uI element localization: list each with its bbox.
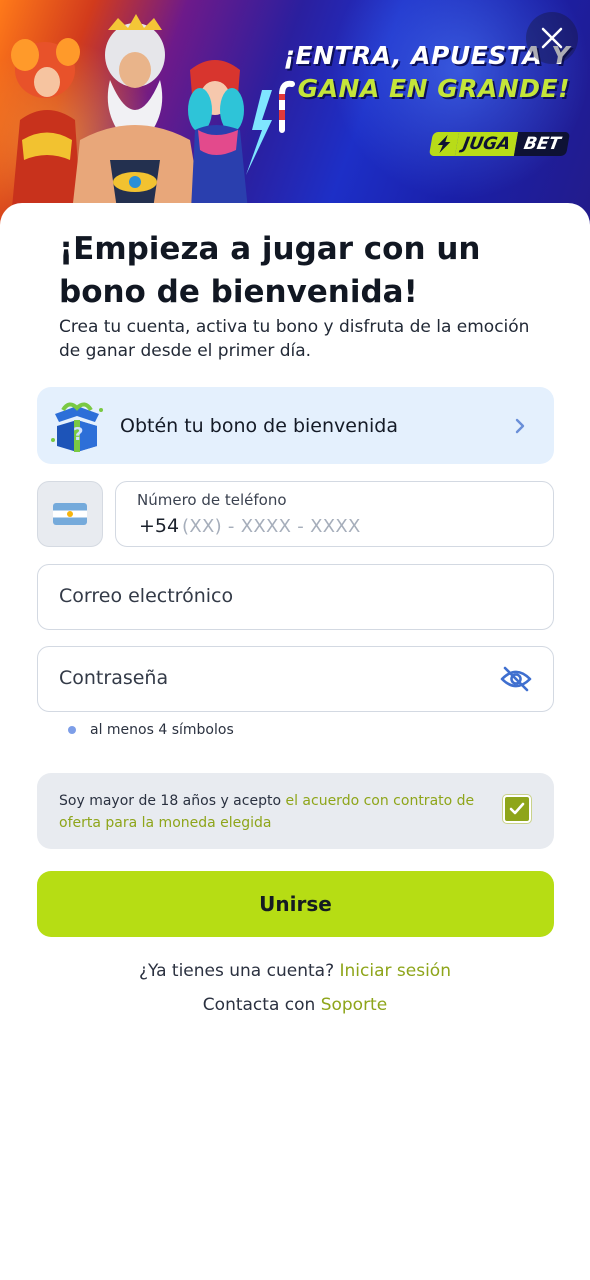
close-button[interactable] [526,12,578,64]
close-icon [541,27,563,49]
checkmark-icon [509,802,525,815]
join-button[interactable]: Unirse [37,871,554,937]
welcome-bonus-button[interactable]: ? Obtén tu bono de bienvenida [37,387,554,464]
argentina-flag-icon [53,503,87,525]
gift-box-icon: ? [51,402,103,452]
password-field[interactable]: Contraseña [37,646,554,712]
banner-headline: ¡ENTRA, APUESTA Y GANA EN GRANDE! [283,40,570,106]
brand-name-part1: JUGA [454,132,518,156]
login-prompt-line: ¿Ya tienes una cuenta? Iniciar sesión [0,961,590,981]
eye-off-icon[interactable] [500,665,532,693]
password-hint: al menos 4 símbolos [68,722,234,738]
email-field[interactable]: Correo electrónico [37,564,554,630]
phone-country-code: +54 [139,515,180,537]
brand-name-part2: BET [513,132,571,156]
password-placeholder: Contraseña [59,667,169,689]
page-subtitle: Crea tu cuenta, activa tu bono y disfrut… [59,317,530,361]
phone-number-label: Número de teléfono [137,491,287,509]
password-hint-text: al menos 4 símbolos [90,722,234,738]
terms-prefix: Soy mayor de 18 años y acepto [59,793,286,809]
support-prompt-text: Contacta con [202,995,316,1015]
brand-logo: JUGA BET [428,132,571,156]
bolt-icon [428,132,459,156]
phone-number-placeholder: (XX) - XXXX - XXXX [182,516,361,537]
login-prompt-text: ¿Ya tienes una cuenta? [139,961,335,981]
bullet-dot [68,726,76,734]
country-selector[interactable] [37,481,103,547]
banner-characters-illustration [10,14,295,230]
page-title: ¡Empieza a jugar con un bono de bienveni… [59,231,481,310]
support-link[interactable]: Soporte [321,995,388,1015]
support-prompt-line: Contacta con Soporte [0,995,590,1015]
headline-line-2: GANA EN GRANDE! [297,74,570,103]
terms-text: Soy mayor de 18 años y acepto el acuerdo… [59,790,489,834]
registration-sheet: ¡Empieza a jugar con un bono de bienveni… [0,203,590,1280]
welcome-bonus-label: Obtén tu bono de bienvenida [120,414,398,437]
login-link[interactable]: Iniciar sesión [340,961,451,981]
email-placeholder: Correo electrónico [59,585,234,607]
chevron-right-icon [515,418,525,433]
terms-consent-box: Soy mayor de 18 años y acepto el acuerdo… [37,773,554,849]
phone-number-field[interactable]: Número de teléfono +54 (XX) - XXXX - XXX… [115,481,554,547]
svg-text:?: ? [73,424,83,445]
promo-banner[interactable]: ¡ENTRA, APUESTA Y GANA EN GRANDE! JUGA B… [0,0,590,230]
terms-checkbox[interactable] [503,795,531,823]
